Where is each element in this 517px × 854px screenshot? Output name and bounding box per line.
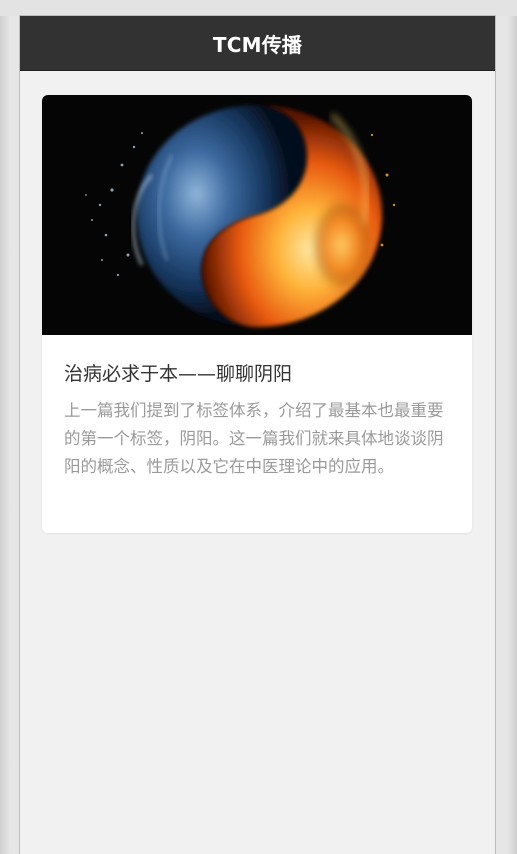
app-screen: TCM传播 治病必求于本——聊聊阴阳 上一篇我们提到了标签体系，介绍了最基本也最…	[19, 15, 496, 854]
article-card[interactable]: 治病必求于本——聊聊阴阳 上一篇我们提到了标签体系，介绍了最基本也最重要的第一个…	[42, 95, 472, 533]
device-frame: TCM传播 治病必求于本——聊聊阴阳 上一篇我们提到了标签体系，介绍了最基本也最…	[0, 0, 517, 854]
article-cover-image[interactable]	[42, 95, 472, 335]
article-summary: 上一篇我们提到了标签体系，介绍了最基本也最重要的第一个标签，阴阳。这一篇我们就来…	[64, 401, 444, 476]
device-frame-top	[0, 0, 517, 16]
app-header: TCM传播	[20, 16, 495, 71]
article-title[interactable]: 治病必求于本——聊聊阴阳	[64, 361, 454, 387]
page-title: TCM传播	[212, 32, 303, 57]
